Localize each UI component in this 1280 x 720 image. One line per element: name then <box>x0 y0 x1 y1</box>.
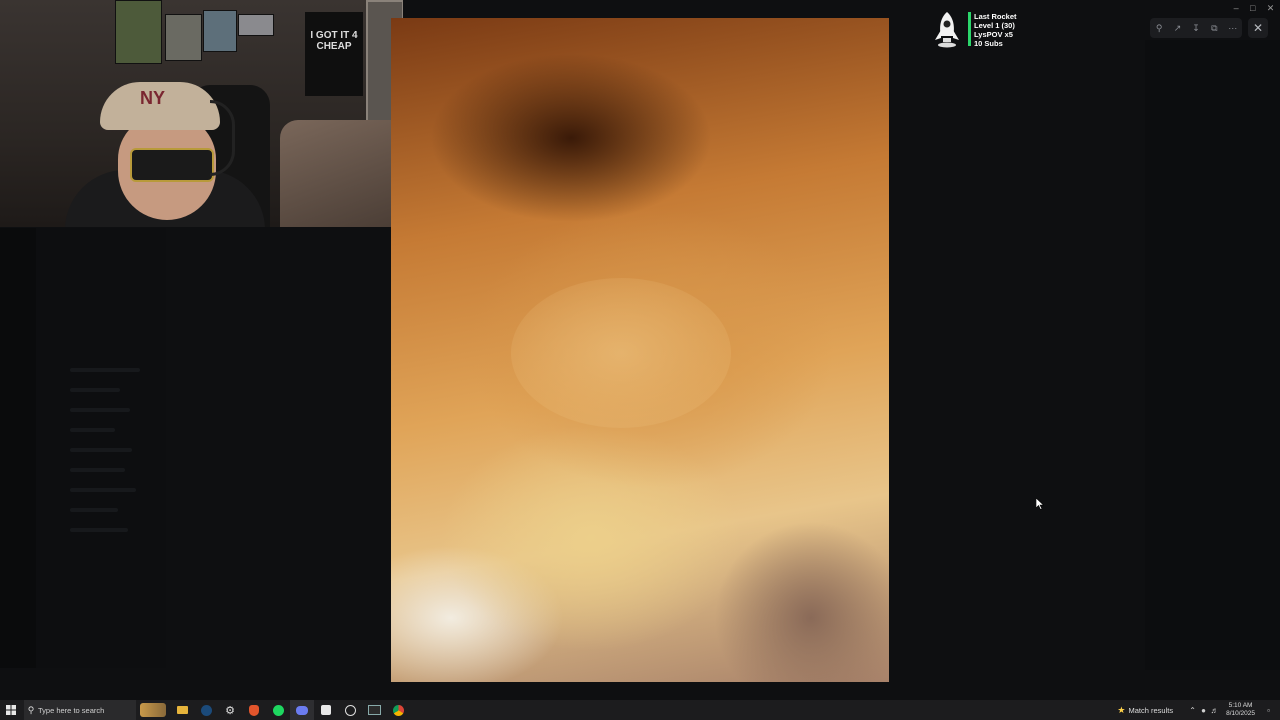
webcam-feed: I GOT IT 4 CHEAP NY <box>0 0 403 227</box>
close-icon[interactable]: ✕ <box>1248 18 1268 38</box>
volume-icon[interactable]: ♬ <box>1209 706 1220 715</box>
discord-icon[interactable] <box>290 700 314 720</box>
download-icon[interactable]: ↧ <box>1190 22 1202 34</box>
wall-shirt: I GOT IT 4 CHEAP <box>305 12 363 96</box>
search-icon: ⚲ <box>27 704 35 715</box>
zoom-icon[interactable]: ⚲ <box>1153 22 1165 34</box>
steam-icon[interactable] <box>194 700 218 720</box>
maximize-icon[interactable]: □ <box>1250 2 1255 14</box>
cap-logo: NY <box>140 88 166 108</box>
terminal-icon[interactable] <box>362 700 386 720</box>
alert-line-3: LysPOV x5 <box>974 30 1013 39</box>
rocket-icon <box>935 12 959 48</box>
alert-text: Last Rocket Level 1 (30) LysPOV x5 10 Su… <box>974 12 1017 48</box>
taskbar: ⚲ Type here to search ⚙ ★ Match results … <box>0 700 1280 720</box>
more-icon[interactable]: ⋯ <box>1227 22 1239 34</box>
image-viewer-toolbar: ⚲ ↗ ↧ ⧉ ⋯ <box>1150 18 1242 38</box>
system-tray: ★ Match results ⌃ ● ♬ 5:10 AM 8/10/2025 … <box>1117 700 1280 720</box>
stream-alert-widget: Last Rocket Level 1 (30) LysPOV x5 10 Su… <box>930 10 1050 48</box>
windows-logo-icon <box>6 705 16 715</box>
taskbar-search[interactable]: ⚲ Type here to search <box>24 700 136 720</box>
search-placeholder: Type here to search <box>38 705 105 715</box>
window-close-icon[interactable]: ✕ <box>1267 2 1275 14</box>
start-button[interactable] <box>0 700 22 720</box>
alert-accent-bar <box>968 12 971 46</box>
window-controls: – □ ✕ <box>1228 2 1280 14</box>
sunglasses <box>130 148 214 182</box>
match-results-notification[interactable]: ★ Match results <box>1117 705 1173 716</box>
bed <box>280 120 403 227</box>
viewed-image[interactable] <box>391 18 889 682</box>
taskbar-clock[interactable]: 5:10 AM 8/10/2025 <box>1226 702 1255 718</box>
search-highlight-icon[interactable] <box>136 700 170 720</box>
background-channel-list <box>36 228 166 668</box>
streamlabs-icon[interactable] <box>314 700 338 720</box>
notification-icon[interactable]: ▫ <box>1263 706 1274 715</box>
obs-icon[interactable] <box>338 700 362 720</box>
alert-line-2: Level 1 (30) <box>974 21 1015 30</box>
image-highlight <box>511 278 731 428</box>
alert-line-4: 10 Subs <box>974 39 1003 48</box>
chevron-up-icon[interactable]: ⌃ <box>1187 706 1198 715</box>
spotify-icon[interactable] <box>266 700 290 720</box>
alert-line-1: Last Rocket <box>974 12 1017 21</box>
clock-date: 8/10/2025 <box>1226 710 1255 717</box>
match-results-label: Match results <box>1128 705 1174 715</box>
background-member-list <box>1145 40 1280 670</box>
file-explorer-icon[interactable] <box>170 700 194 720</box>
brave-browser-icon[interactable] <box>242 700 266 720</box>
microphone-icon[interactable]: ● <box>1198 706 1209 715</box>
background-server-list <box>0 228 36 668</box>
share-icon[interactable]: ↗ <box>1172 22 1184 34</box>
mouse-cursor-icon <box>1036 498 1044 510</box>
match-results-icon: ★ <box>1117 704 1126 715</box>
minimize-icon[interactable]: – <box>1234 2 1239 14</box>
open-external-icon[interactable]: ⧉ <box>1208 22 1220 34</box>
clock-time: 5:10 AM <box>1228 702 1253 709</box>
chrome-icon[interactable] <box>386 700 410 720</box>
settings-icon[interactable]: ⚙ <box>218 700 242 720</box>
